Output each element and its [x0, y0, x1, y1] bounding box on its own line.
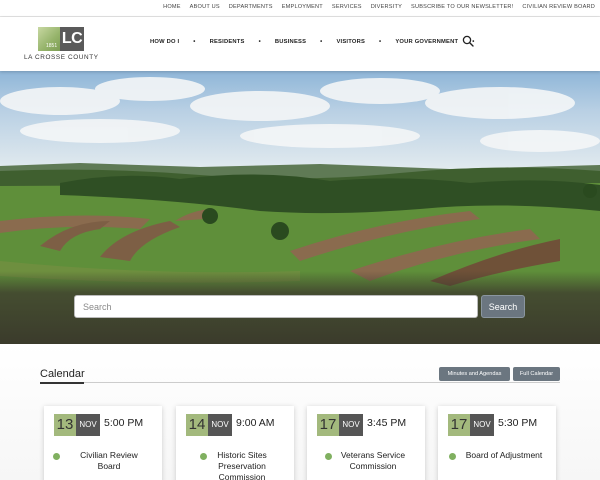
utility-link-home[interactable]: HOME: [163, 4, 181, 10]
event-title[interactable]: Civilian Review Board: [64, 450, 154, 472]
event-month: NOV: [76, 414, 100, 436]
event-title-line: Commission: [218, 472, 266, 480]
event-title-line: Veterans Service: [340, 450, 406, 460]
utility-link-about-us[interactable]: ABOUT US: [190, 4, 220, 10]
event-time: 5:00 PM: [104, 417, 144, 429]
event-title-line: Historic Sites: [217, 450, 267, 460]
event-title-line: Civilian Review: [80, 450, 138, 460]
utility-bar: HOME ABOUT US DEPARTMENTS EMPLOYMENT SER…: [0, 0, 600, 17]
event-title-line: Preservation: [218, 461, 266, 471]
event-card[interactable]: 17 NOV 5:30 PM Board of Adjustment: [438, 406, 556, 480]
event-title-line: Board: [97, 461, 121, 471]
event-time: 9:00 AM: [236, 417, 275, 429]
event-bullet-icon: [53, 453, 60, 460]
calendar-section: Calendar Minutes and Agendas Full Calend…: [0, 344, 600, 480]
event-title-line: Board of Adjustment: [465, 450, 543, 460]
event-bullet-icon: [325, 453, 332, 460]
utility-link-newsletter[interactable]: SUBSCRIBE TO OUR NEWSLETTER!: [411, 4, 513, 10]
search-icon[interactable]: [462, 35, 474, 47]
event-month: NOV: [470, 414, 494, 436]
nav-item-label: HOW DO I: [150, 39, 180, 45]
utility-link-services[interactable]: SERVICES: [332, 4, 362, 10]
nav-item-your-government[interactable]: YOUR GOVERNMENT •: [395, 36, 488, 48]
logo-name: LA CROSSE COUNTY: [24, 54, 99, 61]
event-title[interactable]: Historic Sites Preservation Commission: [202, 450, 282, 480]
event-day: 17: [317, 414, 339, 436]
site-header: 1851 LC LA CROSSE COUNTY HOW DO I • RESI…: [0, 17, 600, 71]
calendar-title: Calendar: [40, 368, 85, 380]
dropdown-dot-icon: •: [379, 39, 382, 45]
county-logo[interactable]: 1851 LC LA CROSSE COUNTY: [24, 27, 104, 63]
event-card[interactable]: 13 NOV 5:00 PM Civilian Review Board: [44, 406, 162, 480]
nav-item-visitors[interactable]: VISITORS •: [336, 36, 395, 48]
utility-link-diversity[interactable]: DIVERSITY: [371, 4, 402, 10]
event-title-line: Commission: [349, 461, 397, 471]
calendar-divider: [40, 382, 560, 383]
logo-mark: 1851 LC: [38, 27, 84, 51]
logo-year: 1851: [46, 43, 58, 49]
utility-link-departments[interactable]: DEPARTMENTS: [229, 4, 273, 10]
event-time: 5:30 PM: [498, 417, 538, 429]
logo-letters: LC: [60, 27, 84, 51]
event-title[interactable]: Board of Adjustment: [458, 450, 550, 461]
event-month: NOV: [339, 414, 363, 436]
event-card[interactable]: 14 NOV 9:00 AM Historic Sites Preservati…: [176, 406, 294, 480]
event-day: 13: [54, 414, 76, 436]
event-card[interactable]: 17 NOV 3:45 PM Veterans Service Commissi…: [307, 406, 425, 480]
nav-item-business[interactable]: BUSINESS •: [275, 36, 337, 48]
event-bullet-icon: [449, 453, 456, 460]
event-month: NOV: [208, 414, 232, 436]
event-title[interactable]: Veterans Service Commission: [333, 450, 413, 472]
main-nav: HOW DO I • RESIDENTS • BUSINESS • VISITO…: [150, 36, 489, 48]
nav-item-label: YOUR GOVERNMENT: [395, 39, 459, 45]
dropdown-dot-icon: •: [193, 39, 196, 45]
nav-item-how-do-i[interactable]: HOW DO I •: [150, 36, 210, 48]
nav-item-label: BUSINESS: [274, 39, 307, 45]
calendar-title-underline: [40, 382, 84, 384]
minutes-and-agendas-button[interactable]: Minutes and Agendas: [439, 367, 510, 381]
event-day: 17: [448, 414, 470, 436]
dropdown-dot-icon: •: [258, 39, 261, 45]
utility-link-civilian-review-board[interactable]: CIVILIAN REVIEW BOARD: [522, 4, 595, 10]
dropdown-dot-icon: •: [320, 39, 323, 45]
utility-link-employment[interactable]: EMPLOYMENT: [282, 4, 323, 10]
full-calendar-button[interactable]: Full Calendar: [513, 367, 560, 381]
nav-item-residents[interactable]: RESIDENTS •: [210, 36, 275, 48]
event-day: 14: [186, 414, 208, 436]
utility-nav: HOME ABOUT US DEPARTMENTS EMPLOYMENT SER…: [0, 0, 600, 10]
nav-item-label: VISITORS: [336, 39, 366, 45]
site-search-input[interactable]: [74, 295, 478, 318]
nav-item-label: RESIDENTS: [209, 39, 245, 45]
event-time: 3:45 PM: [367, 417, 407, 429]
site-search-button[interactable]: Search: [481, 295, 525, 318]
